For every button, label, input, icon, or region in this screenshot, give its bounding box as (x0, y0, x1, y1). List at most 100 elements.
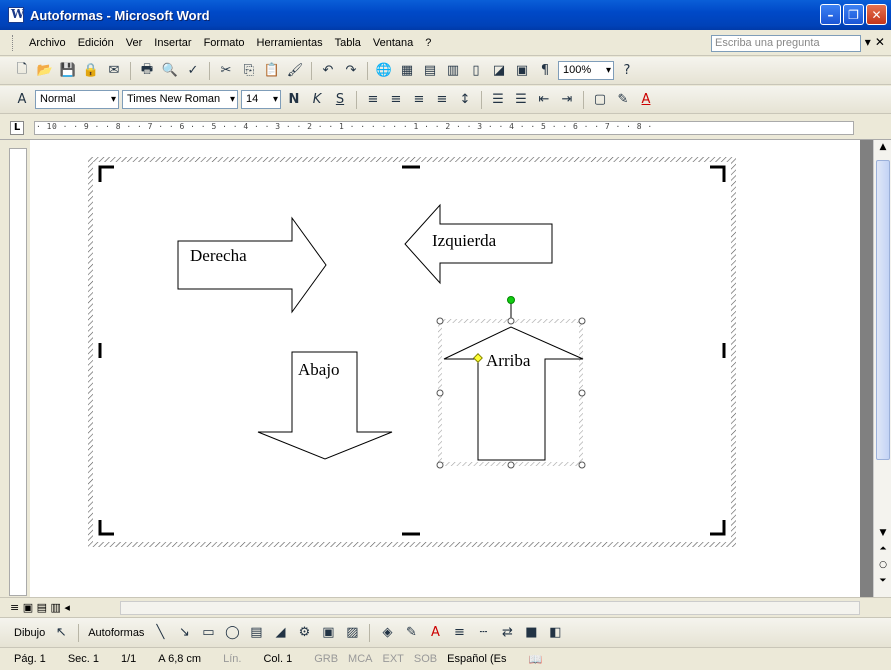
right-arrow-label: Derecha (190, 246, 247, 265)
format-painter-icon[interactable]: 🖌 (285, 61, 305, 81)
save-icon[interactable]: 💾 (58, 61, 78, 81)
insert-excel-icon[interactable]: ▥ (443, 61, 463, 81)
document-area[interactable]: Derecha Izquierda Abajo Arriba (30, 140, 873, 597)
browse-object-icon[interactable]: ○ (876, 560, 890, 570)
wordart-icon[interactable]: ◢ (270, 623, 290, 643)
align-center-icon[interactable]: ≡ (386, 90, 406, 110)
next-page-icon[interactable]: ⏷ (876, 576, 890, 586)
menu-help[interactable]: ? (419, 35, 437, 51)
menu-tabla[interactable]: Tabla (329, 35, 367, 51)
menu-ventana[interactable]: Ventana (367, 35, 419, 51)
hyperlink-icon[interactable]: 🌐 (374, 61, 394, 81)
menu-archivo[interactable]: Archivo (23, 35, 72, 51)
show-hide-icon[interactable]: ¶ (535, 61, 555, 81)
document-map-icon[interactable]: ▣ (512, 61, 532, 81)
tables-borders-icon[interactable]: ▦ (397, 61, 417, 81)
font-color-icon[interactable]: A (636, 90, 656, 110)
menu-insertar[interactable]: Insertar (148, 35, 197, 51)
menu-herramientas[interactable]: Herramientas (251, 35, 329, 51)
italic-button[interactable]: K (307, 90, 327, 110)
arrow-style-icon[interactable]: ⇄ (497, 623, 517, 643)
oval-icon[interactable]: ◯ (222, 623, 242, 643)
3d-icon[interactable]: ◧ (545, 623, 565, 643)
align-left-icon[interactable]: ≡ (363, 90, 383, 110)
view-buttons-icon[interactable]: ≡ ▣ ▤ ▥ ◂ (10, 601, 70, 614)
spelling-icon[interactable]: ✓ (183, 61, 203, 81)
print-preview-icon[interactable]: 🔍 (160, 61, 180, 81)
zoom-select[interactable]: 100% (558, 61, 614, 80)
textbox-icon[interactable]: ▤ (246, 623, 266, 643)
styles-pane-icon[interactable]: A (12, 90, 32, 110)
word-app-icon[interactable] (8, 7, 24, 23)
clipart-icon[interactable]: ▣ (318, 623, 338, 643)
status-ovr[interactable]: SOB (414, 653, 437, 665)
menu-ver[interactable]: Ver (120, 35, 149, 51)
decrease-indent-icon[interactable]: ⇤ (534, 90, 554, 110)
highlight-icon[interactable]: ✎ (613, 90, 633, 110)
menu-edicion[interactable]: Edición (72, 35, 120, 51)
autoshapes-menu-button[interactable]: Autoformas (86, 627, 146, 639)
underline-button[interactable]: S (330, 90, 350, 110)
font-size-select[interactable]: 14 (241, 90, 281, 109)
drawing-icon[interactable]: ◪ (489, 61, 509, 81)
line-spacing-icon[interactable]: ↕ (455, 90, 475, 110)
status-ext[interactable]: EXT (383, 653, 404, 665)
undo-icon[interactable]: ↶ (318, 61, 338, 81)
tab-selector-icon[interactable]: L (10, 121, 24, 135)
fill-color-icon[interactable]: ◈ (377, 623, 397, 643)
line-icon[interactable]: ╲ (150, 623, 170, 643)
print-icon[interactable]: 🖶 (137, 61, 157, 81)
scroll-thumb[interactable] (876, 160, 890, 460)
increase-indent-icon[interactable]: ⇥ (557, 90, 577, 110)
numbering-icon[interactable]: ☰ (488, 90, 508, 110)
redo-icon[interactable]: ↷ (341, 61, 361, 81)
menu-grip[interactable] (12, 34, 15, 51)
columns-icon[interactable]: ▯ (466, 61, 486, 81)
insert-table-icon[interactable]: ▤ (420, 61, 440, 81)
arrow-icon[interactable]: ↘ (174, 623, 194, 643)
vertical-ruler[interactable] (9, 148, 27, 596)
menu-formato[interactable]: Formato (198, 35, 251, 51)
picture-icon[interactable]: ▨ (342, 623, 362, 643)
align-right-icon[interactable]: ≡ (409, 90, 429, 110)
scroll-down-icon[interactable]: ▼ (876, 528, 890, 538)
ask-question-input[interactable]: Escriba una pregunta (711, 35, 861, 52)
rectangle-icon[interactable]: ▭ (198, 623, 218, 643)
horizontal-scrollbar[interactable] (120, 601, 860, 615)
close-button[interactable]: ✕ (866, 4, 887, 25)
close-document-icon[interactable]: ▾ ✕ (865, 35, 885, 49)
paste-icon[interactable]: 📋 (262, 61, 282, 81)
spelling-status-icon[interactable]: 📖 (528, 653, 542, 666)
line-style-icon[interactable]: ≡ (449, 623, 469, 643)
diagram-icon[interactable]: ⚙ (294, 623, 314, 643)
restore-button[interactable]: ❐ (843, 4, 864, 25)
borders-icon[interactable]: ▢ (590, 90, 610, 110)
style-select[interactable]: Normal (35, 90, 119, 109)
justify-icon[interactable]: ≡ (432, 90, 452, 110)
prev-page-icon[interactable]: ⏶ (876, 544, 890, 554)
bold-button[interactable]: N (284, 90, 304, 110)
draw-menu-button[interactable]: Dibujo (12, 627, 47, 639)
status-rec[interactable]: GRB (314, 653, 338, 665)
shadow-icon[interactable]: ■ (521, 623, 541, 643)
cut-icon[interactable]: ✂ (216, 61, 236, 81)
up-arrow-label: Arriba (486, 351, 531, 370)
email-icon[interactable]: ✉ (104, 61, 124, 81)
permission-icon[interactable]: 🔒 (81, 61, 101, 81)
copy-icon[interactable]: ⎘ (239, 61, 259, 81)
horizontal-ruler[interactable]: L · 10 · · 9 · · 8 · · 7 · · 6 · · 5 · ·… (0, 116, 891, 140)
font-color-draw-icon[interactable]: A (425, 623, 445, 643)
formatting-toolbar: A Normal Times New Roman 14 N K S ≡ ≡ ≡ … (0, 86, 891, 114)
vertical-scrollbar[interactable]: ▲ ▼ ⏶ ○ ⏷ (873, 140, 891, 597)
minimize-button[interactable]: – (820, 4, 841, 25)
bullets-icon[interactable]: ☰ (511, 90, 531, 110)
open-folder-icon[interactable]: 📂 (35, 61, 55, 81)
line-color-icon[interactable]: ✎ (401, 623, 421, 643)
select-objects-icon[interactable]: ↖ (51, 623, 71, 643)
help-icon[interactable]: ? (617, 61, 637, 81)
dash-style-icon[interactable]: ┄ (473, 623, 493, 643)
new-document-icon[interactable]: 🗋 (12, 61, 32, 81)
status-trk[interactable]: MCA (348, 653, 372, 665)
scroll-up-icon[interactable]: ▲ (876, 142, 890, 152)
font-select[interactable]: Times New Roman (122, 90, 238, 109)
